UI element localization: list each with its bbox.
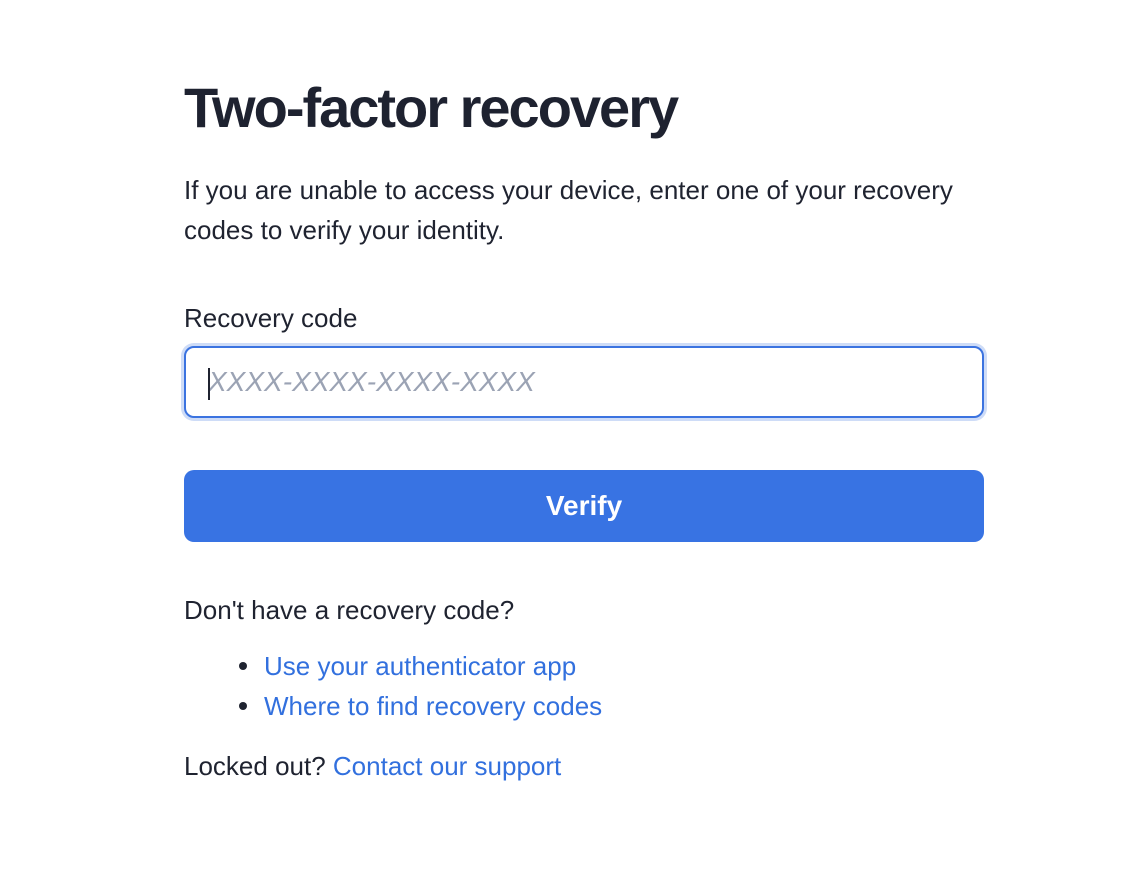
verify-button[interactable]: Verify <box>184 470 984 542</box>
no-code-text: Don't have a recovery code? <box>184 595 515 625</box>
bullet-icon <box>239 702 247 710</box>
authenticator-app-link[interactable]: Use your authenticator app <box>264 651 576 681</box>
page-title: Two-factor recovery <box>184 76 679 139</box>
locked-out-text: Locked out? <box>184 751 326 781</box>
locked-out-line: Locked out? Contact our support <box>184 746 561 786</box>
contact-support-link[interactable]: Contact our support <box>333 751 561 781</box>
find-recovery-codes-link[interactable]: Where to find recovery codes <box>264 691 602 721</box>
recovery-code-label: Recovery code <box>184 303 358 333</box>
recovery-options-list: Use your authenticator app Where to find… <box>184 646 602 726</box>
bullet-icon <box>239 662 247 670</box>
text-caret <box>208 368 210 400</box>
intro-text: If you are unable to access your device,… <box>184 175 953 245</box>
list-item: Where to find recovery codes <box>184 686 602 726</box>
recovery-code-field[interactable] <box>184 346 984 418</box>
list-item: Use your authenticator app <box>184 646 602 686</box>
recovery-code-input[interactable] <box>186 348 982 416</box>
